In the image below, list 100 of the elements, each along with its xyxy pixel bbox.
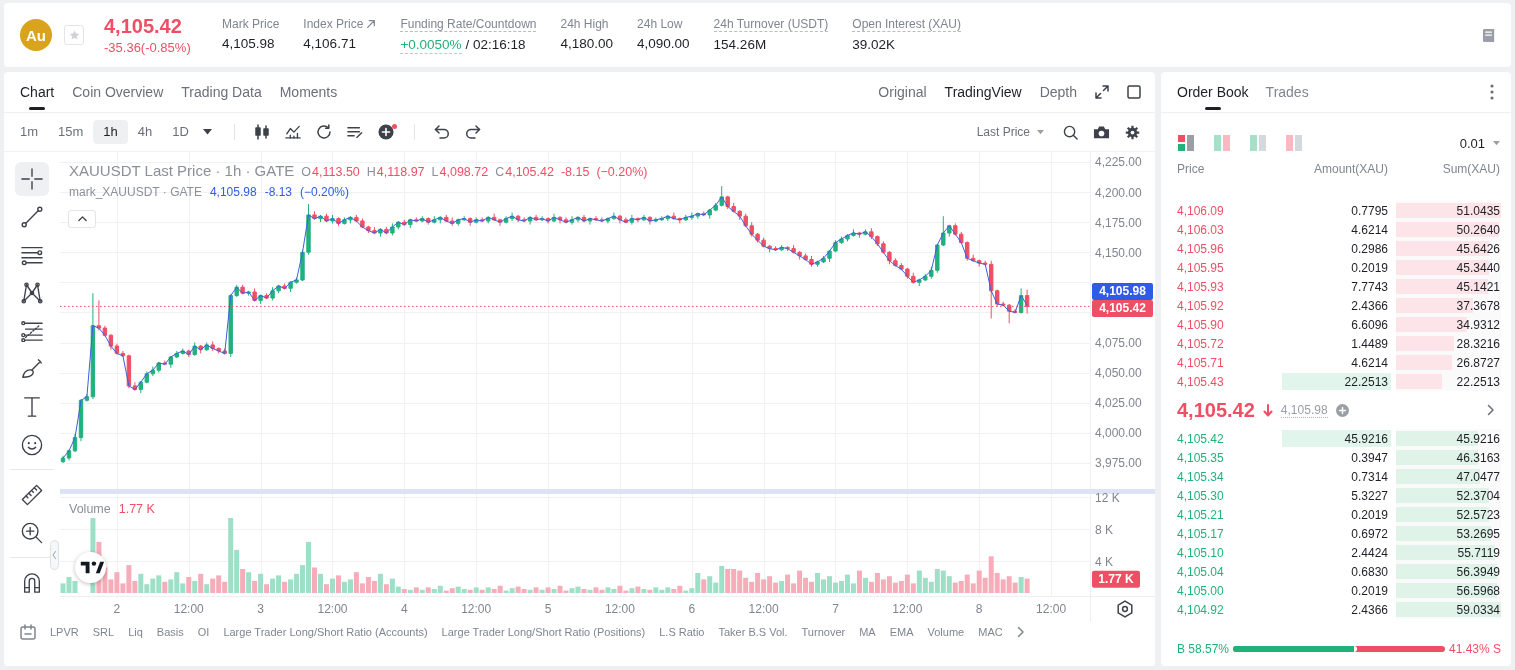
volume-axis-label: 8 K <box>1095 522 1113 537</box>
volume-legend-value: 1.77 K <box>118 502 155 516</box>
chart-legend-title: XAUUSDT Last Price · 1h · GATE <box>69 162 295 179</box>
ohlc-label: C <box>495 165 505 179</box>
order-sum: 46.3163 <box>1456 450 1500 465</box>
ohlc-value: 4,098.72 <box>439 165 489 179</box>
order-amount: 2.4424 <box>1351 545 1388 560</box>
order-amount: 0.2986 <box>1351 241 1388 256</box>
column-header: Amount(XAU) <box>1313 162 1388 176</box>
order-sum: 51.0435 <box>1456 203 1500 218</box>
order-price: 4,105.71 <box>1177 355 1224 370</box>
mark-legend-title: mark_XAUUSDT · GATE <box>69 185 202 199</box>
ohlc-value: 4,118.97 <box>376 165 425 179</box>
order-sum: 50.2640 <box>1456 222 1500 237</box>
mark-price-change-percent: (−0.20%) <box>300 185 350 199</box>
buy-ratio: B 58.57% <box>1177 642 1230 656</box>
order-amount: 0.6972 <box>1351 526 1388 541</box>
volume-axis-label: 12 K <box>1095 490 1120 505</box>
time-axis-label: 7 <box>832 602 839 616</box>
order-amount: 5.3227 <box>1351 488 1388 503</box>
order-sum: 47.0477 <box>1456 469 1500 484</box>
order-price: 4,106.03 <box>1177 222 1224 237</box>
price-change: -8.15 <box>560 165 590 179</box>
order-amount: 0.6830 <box>1351 564 1388 579</box>
ohlc-value: 4,105.42 <box>505 165 554 179</box>
stat-label: 24h Low <box>637 16 683 31</box>
order-price: 4,105.10 <box>1177 545 1224 560</box>
time-axis-label: 8 <box>975 602 983 616</box>
stat-value: 39.02K <box>852 36 896 53</box>
order-sum: 45.9216 <box>1456 431 1500 446</box>
order-amount: 0.3947 <box>1351 450 1388 465</box>
order-sum: 56.3949 <box>1456 564 1500 579</box>
order-amount: 2.4366 <box>1351 602 1388 617</box>
order-sum: 52.3704 <box>1456 488 1500 503</box>
stat-value: 4,105.98 <box>222 35 275 52</box>
mark-price-value: 4,105.98 <box>209 185 257 199</box>
mark-price: 4,105.98 <box>1280 402 1328 418</box>
order-sum: 55.7119 <box>1457 545 1500 560</box>
time-axis-label: 3 <box>257 602 264 616</box>
price-axis-label: 3,975.00 <box>1095 456 1142 471</box>
price-axis-label: 4,075.00 <box>1095 336 1142 351</box>
order-amount: 4.6214 <box>1351 222 1388 237</box>
time-axis-label: 12:00 <box>173 602 204 616</box>
stat-label: 24h Turnover (USDT) <box>713 16 829 32</box>
order-amount: 0.2019 <box>1351 583 1388 598</box>
price-axis-label: 4,050.00 <box>1095 366 1142 381</box>
sell-ratio: 41.43% S <box>1448 642 1501 656</box>
order-amount: 1.4489 <box>1351 336 1388 351</box>
order-amount: 0.7314 <box>1351 469 1388 484</box>
order-sum: 53.2695 <box>1456 526 1500 541</box>
order-sum: 52.5723 <box>1456 507 1500 522</box>
stat-value: 4,090.00 <box>637 35 690 52</box>
price-change-percent: (−0.20%) <box>596 165 648 179</box>
ohlc-label: O <box>301 165 312 179</box>
order-price: 4,105.93 <box>1177 279 1224 294</box>
order-price: 4,104.92 <box>1177 602 1224 617</box>
ohlc-value: 4,113.50 <box>312 165 360 179</box>
volume-axis-label: 4 K <box>1095 554 1113 569</box>
time-axis-label: 4 <box>401 602 408 616</box>
order-price: 4,105.42 <box>1177 431 1224 446</box>
stat-value: 4,106.71 <box>303 35 356 52</box>
price-axis-label: 4,150.00 <box>1095 245 1142 260</box>
time-axis-label: 12:00 <box>604 602 635 616</box>
order-price: 4,105.17 <box>1177 526 1224 541</box>
ohlc-label: H <box>366 165 376 179</box>
stat-label: Open Interest (XAU) <box>852 16 961 32</box>
order-amount: 6.6096 <box>1351 317 1388 332</box>
order-sum: 26.8727 <box>1456 355 1500 370</box>
price-tag: 4,105.98 <box>1092 282 1153 300</box>
order-amount: 7.7743 <box>1351 279 1388 294</box>
order-price: 4,105.96 <box>1177 241 1224 256</box>
time-axis-label: 12:00 <box>317 602 348 616</box>
order-sum: 22.2513 <box>1456 374 1500 389</box>
order-sum: 37.3678 <box>1456 298 1500 313</box>
price-change: -35.36(-0.85%) <box>104 40 191 55</box>
price-axis-label: 4,175.00 <box>1095 215 1142 230</box>
stat-label: Funding Rate/Countdown <box>400 16 537 32</box>
order-price: 4,105.72 <box>1177 336 1224 351</box>
price-axis-label: 4,000.00 <box>1095 426 1142 441</box>
order-sum: 45.3440 <box>1456 260 1500 275</box>
time-axis-label: 5 <box>544 602 552 616</box>
order-amount: 0.7795 <box>1351 203 1388 218</box>
order-sum: 28.3216 <box>1456 336 1500 351</box>
stat-label: Mark Price <box>222 16 280 31</box>
last-price: 4,105.42 <box>104 15 182 37</box>
coin-logo: Au <box>20 19 52 51</box>
order-sum: 56.5968 <box>1456 583 1500 598</box>
time-axis-label: 6 <box>688 602 696 616</box>
time-axis-label: 12:00 <box>892 602 923 616</box>
order-amount: 22.2513 <box>1344 374 1388 389</box>
order-amount: 0.2019 <box>1351 260 1388 275</box>
stat-value: 4,180.00 <box>560 35 614 52</box>
order-price: 4,105.04 <box>1177 564 1224 579</box>
order-price: 4,105.21 <box>1177 507 1224 522</box>
order-price: 4,105.43 <box>1177 374 1224 389</box>
price-axis-label: 4,200.00 <box>1095 185 1142 200</box>
order-price: 4,105.30 <box>1177 488 1224 503</box>
column-header: Price <box>1177 162 1205 176</box>
volume-legend-title: Volume <box>69 502 111 516</box>
order-price: 4,105.35 <box>1177 450 1224 465</box>
